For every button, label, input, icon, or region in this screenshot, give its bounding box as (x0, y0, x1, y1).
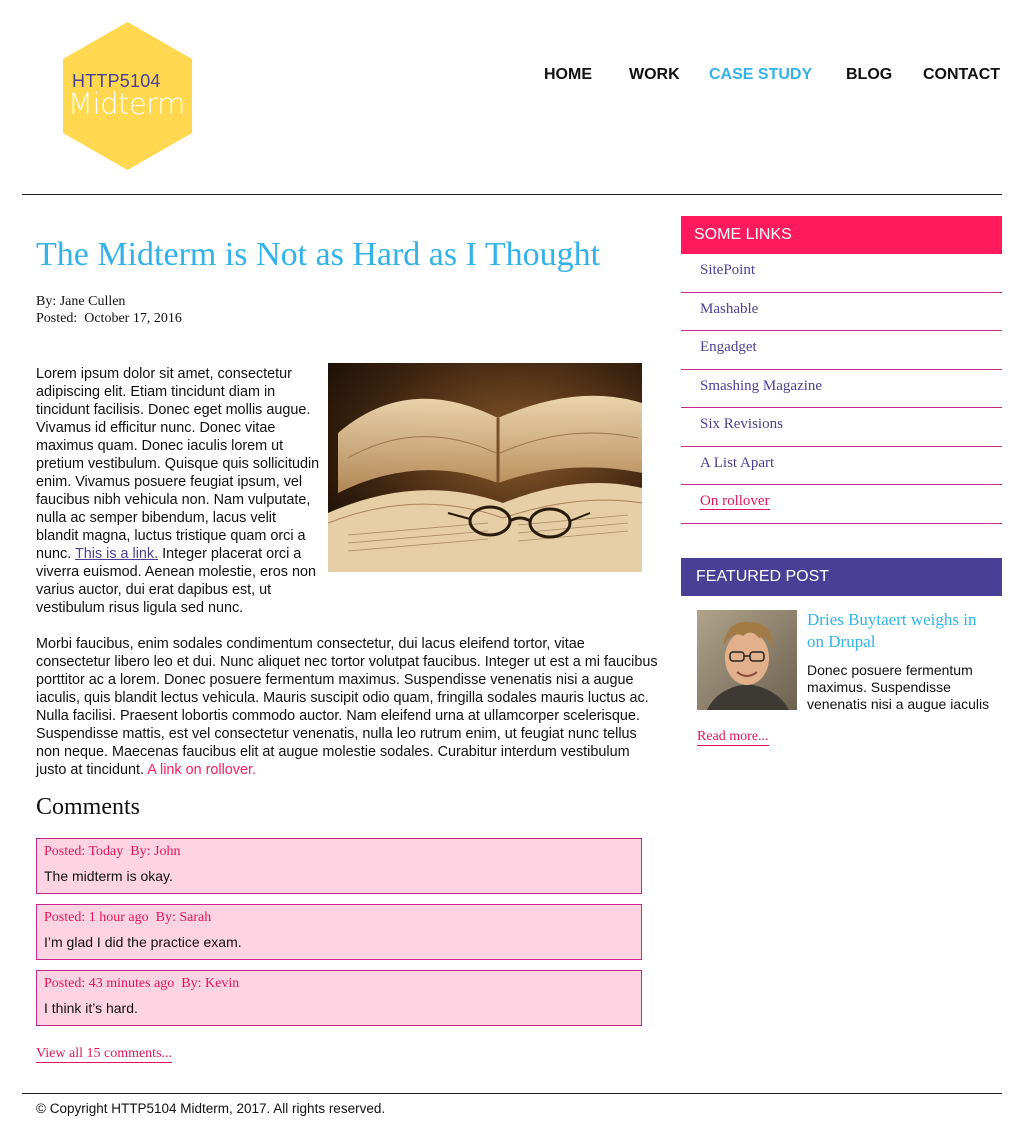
featured-author-photo[interactable] (697, 610, 797, 710)
sidebar-link-item: SitePoint (681, 254, 1002, 293)
footer-divider (22, 1093, 1002, 1094)
logo-line-2: Midterm (68, 87, 185, 121)
sidebar-link-item: Mashable (681, 293, 1002, 331)
comment-card: Posted: 43 minutes ago By: Kevin I think… (36, 970, 642, 1026)
article-meta: By: Jane Cullen Posted: October 17, 2016 (36, 293, 182, 327)
article-paragraph-2: Morbi faucibus, enim sodales condimentum… (36, 635, 662, 779)
some-links-list: SitePoint Mashable Engadget Smashing Mag… (681, 254, 1002, 524)
paragraph-1-text: Lorem ipsum dolor sit amet, consectetur … (36, 366, 320, 562)
article-body: Lorem ipsum dolor sit amet, consectetur … (36, 363, 662, 797)
featured-post-heading: FEATURED POST (681, 558, 1002, 596)
nav-work[interactable]: WORK (629, 66, 680, 84)
sidebar-link-a-list-apart[interactable]: A List Apart (700, 455, 774, 471)
nav-case-study[interactable]: CASE STUDY (709, 66, 812, 84)
footer-copyright: © Copyright HTTP5104 Midterm, 2017. All … (36, 1101, 386, 1116)
rollover-link[interactable]: A link on rollover. (147, 762, 256, 778)
read-more-link[interactable]: Read more... (697, 729, 769, 746)
sidebar-link-item: Smashing Magazine (681, 370, 1002, 408)
article-paragraph-1: Lorem ipsum dolor sit amet, consectetur … (36, 363, 662, 617)
article-image (328, 363, 652, 581)
sidebar-link-item: On rollover (681, 485, 1002, 524)
comment-text: I think it’s hard. (44, 1000, 138, 1016)
sidebar-link-on-rollover[interactable]: On rollover (700, 493, 770, 510)
sidebar-link-six-revisions[interactable]: Six Revisions (700, 416, 783, 432)
sidebar-link-item: Six Revisions (681, 408, 1002, 447)
comment-text: I’m glad I did the practice exam. (44, 934, 242, 950)
featured-post-excerpt: Donec posuere fermentum maximus. Suspend… (807, 662, 990, 712)
article-author: By: Jane Cullen (36, 294, 126, 309)
comment-meta: Posted: 43 minutes ago By: Kevin (44, 976, 240, 991)
open-books-glasses-image (328, 363, 642, 572)
paragraph-2-text: Morbi faucibus, enim sodales condimentum… (36, 636, 658, 778)
comments-heading: Comments (36, 794, 141, 820)
view-all-comments-link[interactable]: View all 15 comments... (36, 1046, 173, 1063)
sidebar-link-mashable[interactable]: Mashable (700, 301, 758, 317)
some-links-heading: SOME LINKS (681, 216, 1002, 254)
sidebar-link-smashing-magazine[interactable]: Smashing Magazine (700, 378, 822, 394)
article-title: The Midterm is Not as Hard as I Thought (36, 236, 601, 273)
article-date: Posted: October 17, 2016 (36, 311, 182, 326)
nav-contact[interactable]: CONTACT (923, 66, 1000, 84)
comment-card: Posted: Today By: John The midterm is ok… (36, 838, 642, 894)
sidebar-link-sitepoint[interactable]: SitePoint (700, 262, 755, 278)
nav-blog[interactable]: BLOG (846, 66, 892, 84)
featured-post-title[interactable]: Dries Buytaert weighs in on Drupal (807, 609, 987, 653)
comment-meta: Posted: 1 hour ago By: Sarah (44, 910, 212, 925)
sidebar-link-item: A List Apart (681, 447, 1002, 485)
site-logo[interactable]: HTTP5104 Midterm (63, 22, 192, 170)
comment-text: The midterm is okay. (44, 868, 173, 884)
sidebar-link-engadget[interactable]: Engadget (700, 339, 757, 355)
comment-card: Posted: 1 hour ago By: Sarah I’m glad I … (36, 904, 642, 960)
inline-link[interactable]: This is a link. (75, 546, 158, 562)
comment-meta: Posted: Today By: John (44, 844, 181, 859)
sidebar-link-item: Engadget (681, 331, 1002, 370)
header-divider (22, 194, 1002, 195)
nav-home[interactable]: HOME (544, 66, 592, 84)
